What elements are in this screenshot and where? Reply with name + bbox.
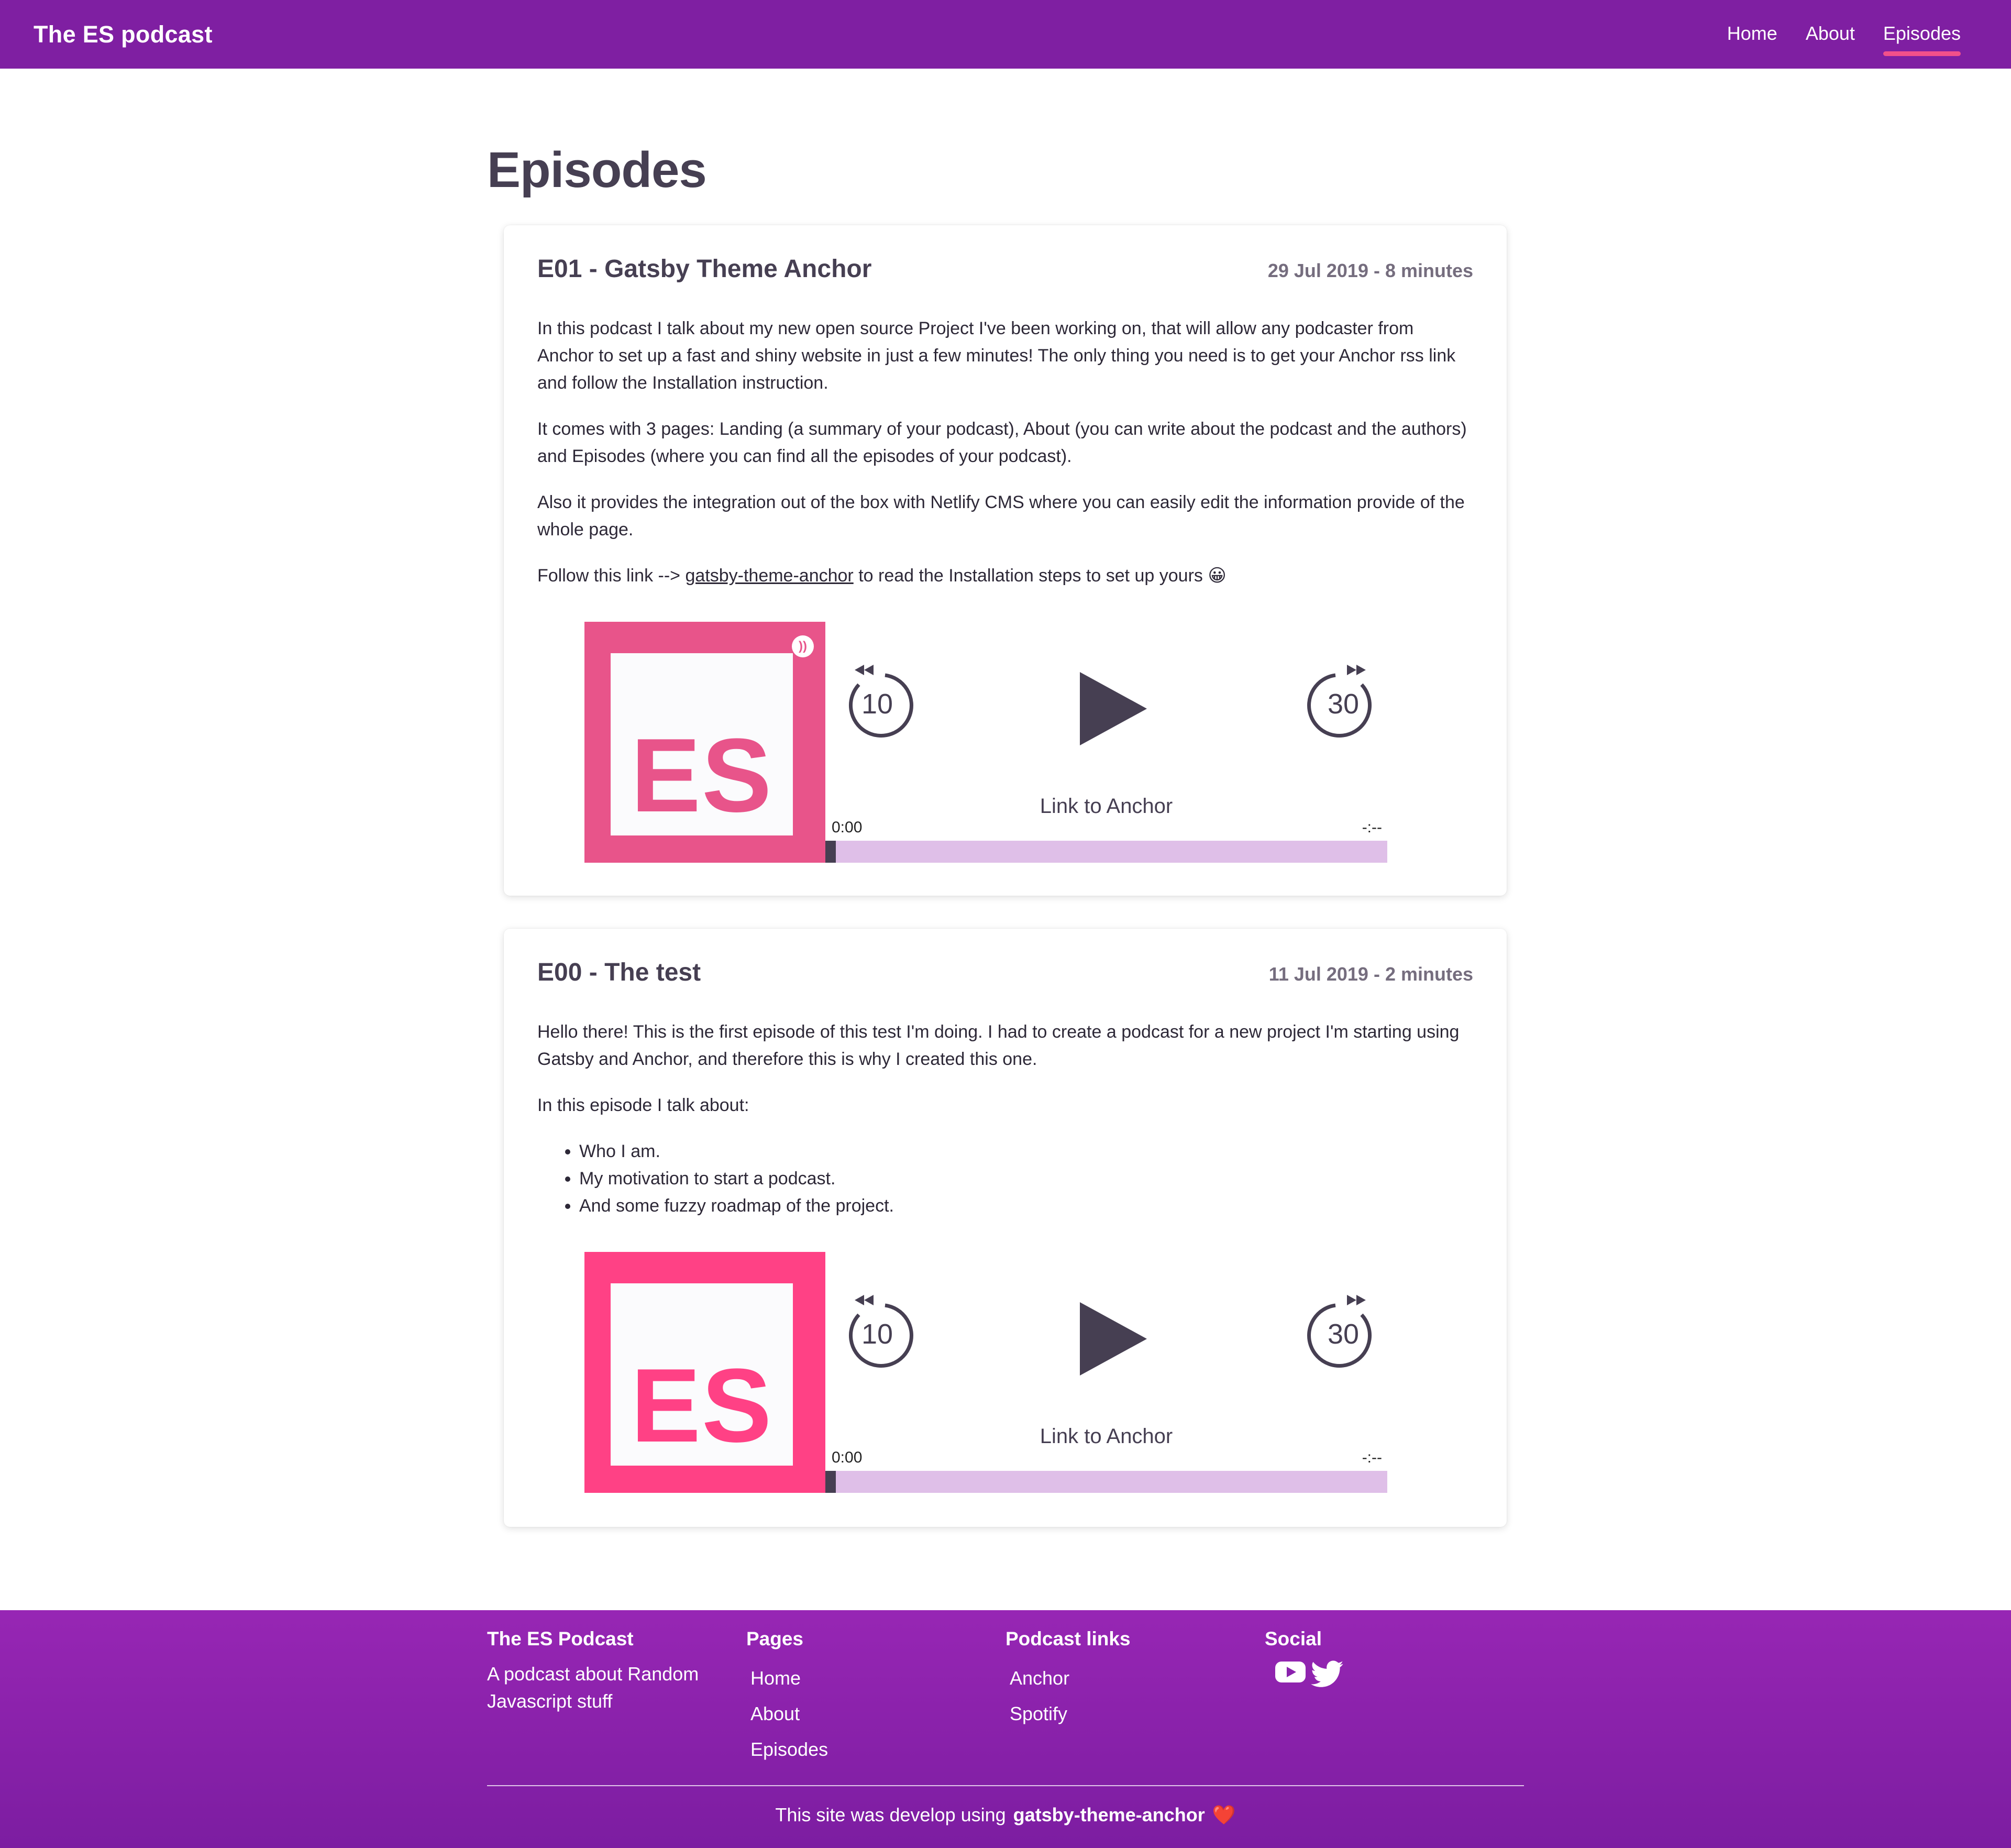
link-to-anchor[interactable]: Link to Anchor [825,795,1387,818]
audio-player: ES )) 10 30 Link to Anchor 0:00 -:-- [584,622,1387,863]
footer-about-heading: The ES Podcast [487,1628,634,1649]
progress-handle[interactable] [825,1471,836,1493]
top-navbar: The ES podcast Home About Episodes [0,0,2011,69]
anchor-logo-icon: )) [792,635,814,657]
credits-prefix: This site was develop using [775,1804,1006,1825]
footer-pages: Pages Home About Episodes [746,1628,828,1767]
follow-suffix: to read the Installation steps to set up… [853,566,1227,586]
footer-link-episodes[interactable]: Episodes [746,1732,828,1767]
footer-about-text: A podcast about Random Javascript stuff [487,1663,699,1712]
play-button[interactable] [1077,1302,1150,1376]
progress-bar[interactable] [825,1471,1387,1493]
episode-header: E00 - The test 11 Jul 2019 - 2 minutes [537,958,1473,987]
episode-meta: 29 Jul 2019 - 8 minutes [1267,260,1473,281]
list-item: My motivation to start a podcast. [579,1165,1473,1192]
rewind-label: 10 [861,688,893,720]
episode-header: E01 - Gatsby Theme Anchor 29 Jul 2019 - … [537,255,1473,283]
rewind-label: 10 [861,1318,893,1350]
footer-pages-heading: Pages [746,1628,804,1649]
time-elapsed: 0:00 [832,1449,863,1466]
list-item: And some fuzzy roadmap of the project. [579,1192,1473,1219]
cover-logo-text: ES [631,1347,773,1464]
forward-label: 30 [1328,688,1359,720]
footer-link-spotify[interactable]: Spotify [1006,1696,1131,1732]
footer-podcast-heading: Podcast links [1006,1628,1131,1649]
episode-paragraph: Also it provides the integration out of … [537,492,1465,540]
footer-social: Social [1265,1628,1343,1690]
follow-prefix: Follow this link --> [537,566,686,586]
cover-logo-text: ES [631,717,773,834]
social-icons [1275,1660,1343,1690]
site-footer: The ES Podcast A podcast about Random Ja… [0,1610,2011,1848]
progress-handle[interactable] [825,841,836,863]
play-button[interactable] [1077,672,1150,745]
footer-divider [487,1785,1524,1786]
footer-link-about[interactable]: About [746,1696,828,1732]
forward-label: 30 [1328,1318,1359,1350]
episode-card: E00 - The test 11 Jul 2019 - 2 minutes H… [504,929,1507,1527]
episode-title: E01 - Gatsby Theme Anchor [537,255,872,283]
footer-link-home[interactable]: Home [746,1660,828,1696]
time-remaining: -:-- [1362,1449,1382,1466]
nav-episodes[interactable]: Episodes [1883,23,1961,56]
progress-bar[interactable] [825,841,1387,863]
time-elapsed: 0:00 [832,819,863,836]
site-brand[interactable]: The ES podcast [34,21,213,48]
episode-paragraph: Hello there! This is the first episode o… [537,1022,1460,1069]
link-to-anchor[interactable]: Link to Anchor [825,1425,1387,1448]
list-item: Who I am. [579,1138,1473,1165]
credits-link[interactable]: gatsby-theme-anchor [1013,1804,1205,1825]
footer-podcast-links: Podcast links Anchor Spotify [1006,1628,1131,1732]
gatsby-theme-anchor-link[interactable]: gatsby-theme-anchor [685,566,853,586]
episode-description: In this podcast I talk about my new open… [537,315,1473,589]
time-remaining: -:-- [1362,819,1382,836]
episode-paragraph: It comes with 3 pages: Landing (a summar… [537,419,1467,466]
episode-paragraph: In this podcast I talk about my new open… [537,318,1456,393]
main-nav: Home About Episodes [1727,0,1961,69]
episode-meta: 11 Jul 2019 - 2 minutes [1268,963,1473,985]
heart-icon: ❤️ [1212,1804,1236,1825]
episode-paragraph: In this episode I talk about: [537,1095,749,1115]
forward-30-button[interactable]: 30 [1304,1294,1383,1372]
footer-social-heading: Social [1265,1628,1322,1649]
page-title: Episodes [487,142,707,198]
cover-inner: ES [611,1283,793,1466]
twitter-icon[interactable] [1311,1660,1343,1690]
forward-30-button[interactable]: 30 [1304,664,1383,742]
podcast-cover: ES )) [584,622,825,863]
nav-about[interactable]: About [1806,23,1855,47]
rewind-10-button[interactable]: 10 [838,1294,916,1372]
podcast-cover: ES [584,1252,825,1493]
nav-home[interactable]: Home [1727,23,1777,47]
episode-title: E00 - The test [537,959,701,986]
episode-card: E01 - Gatsby Theme Anchor 29 Jul 2019 - … [504,225,1507,896]
audio-player: ES 10 30 Link to Anchor 0:00 -:-- [584,1252,1387,1493]
youtube-icon[interactable] [1275,1660,1306,1690]
footer-about: The ES Podcast A podcast about Random Ja… [487,1628,717,1715]
topics-list: Who I am. My motivation to start a podca… [579,1138,1473,1219]
rewind-10-button[interactable]: 10 [838,664,916,742]
footer-credits: This site was develop using gatsby-theme-… [0,1804,2011,1826]
episode-paragraph: Follow this link --> gatsby-theme-anchor… [537,562,1473,589]
episode-description: Hello there! This is the first episode o… [537,1018,1473,1219]
cover-inner: ES [611,653,793,835]
footer-link-anchor[interactable]: Anchor [1006,1660,1131,1696]
